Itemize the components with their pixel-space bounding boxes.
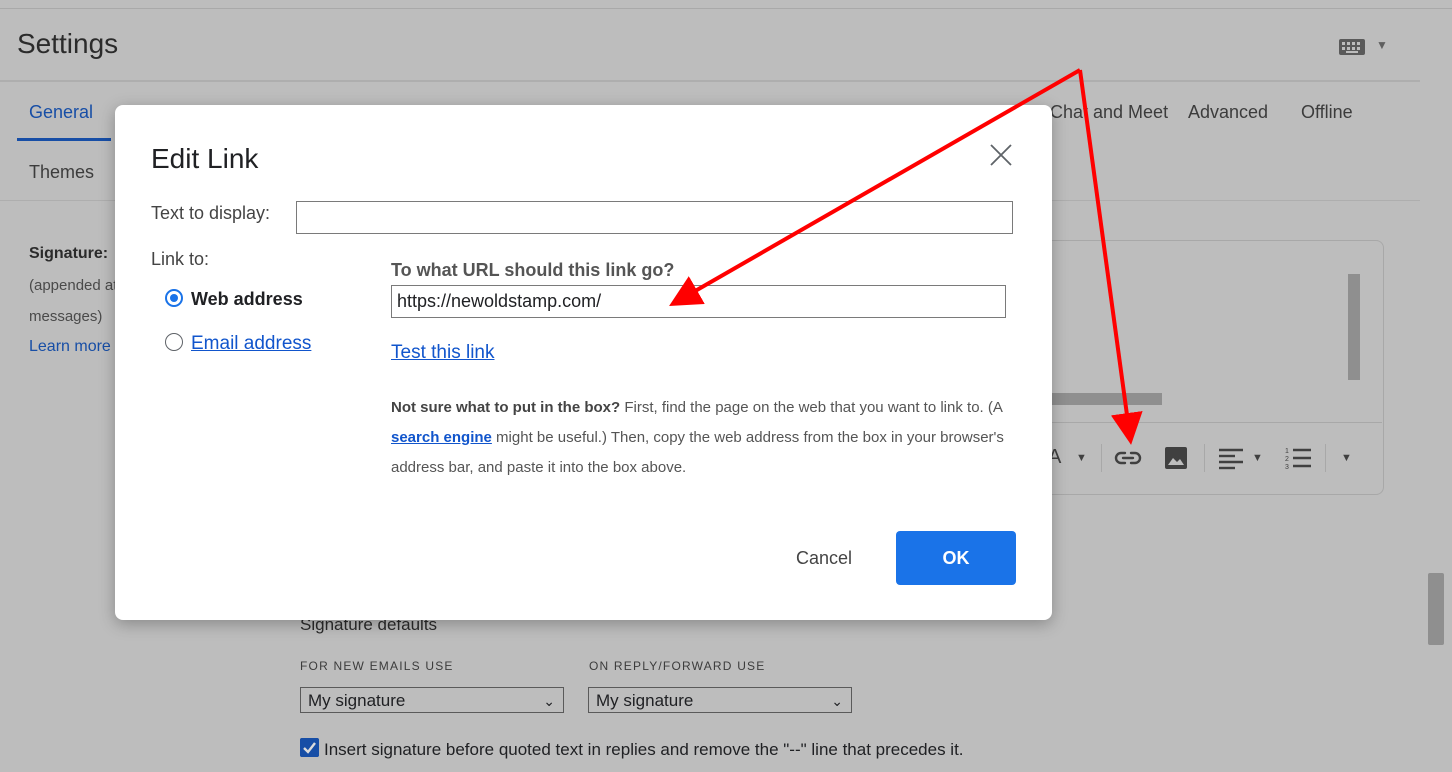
numbered-list-icon[interactable]: 123	[1285, 446, 1311, 470]
tab-chat-and-meet[interactable]: Chat and Meet	[1050, 102, 1168, 123]
editor-scrollbar[interactable]	[1348, 274, 1360, 380]
insert-signature-label: Insert signature before quoted text in r…	[324, 740, 964, 759]
help-text-part1: First, find the page on the web that you…	[620, 399, 1003, 416]
tab-offline[interactable]: Offline	[1301, 102, 1353, 123]
web-address-radio[interactable]	[165, 289, 183, 307]
top-divider	[0, 8, 1452, 9]
reply-forward-signature-select[interactable]: My signature ⌄	[588, 687, 852, 713]
new-emails-signature-value: My signature	[308, 691, 406, 710]
text-to-display-label: Text to display:	[151, 203, 271, 223]
new-emails-signature-select[interactable]: My signature ⌄	[300, 687, 564, 713]
url-question-label: To what URL should this link go?	[391, 260, 675, 280]
toolbar-separator	[1325, 444, 1326, 472]
web-address-option-label[interactable]: Web address	[191, 289, 303, 310]
tab-themes[interactable]: Themes	[29, 162, 94, 183]
ok-button[interactable]: OK	[896, 531, 1016, 585]
signature-label: Signature:	[29, 245, 109, 262]
edit-link-dialog: Edit Link Text to display: Link to: Web …	[115, 105, 1052, 620]
svg-text:3: 3	[1285, 464, 1289, 470]
active-tab-indicator	[17, 138, 111, 141]
image-icon[interactable]	[1164, 446, 1188, 470]
close-icon[interactable]	[989, 143, 1013, 167]
tab-advanced[interactable]: Advanced	[1188, 102, 1268, 123]
signature-editor[interactable]	[1040, 240, 1384, 495]
dialog-title: Edit Link	[151, 143, 259, 174]
help-bold-text: Not sure what to put in the box?	[391, 399, 621, 416]
header-divider	[0, 80, 1420, 82]
email-address-option-link[interactable]: Email address	[191, 333, 311, 355]
chevron-down-icon: ⌄	[831, 693, 843, 709]
align-icon[interactable]	[1218, 446, 1244, 470]
insert-signature-checkbox[interactable]	[300, 738, 319, 757]
cancel-button[interactable]: Cancel	[775, 533, 873, 583]
signature-note-line2: messages)	[29, 308, 103, 325]
learn-more-link[interactable]: Learn more	[29, 338, 111, 356]
svg-text:1: 1	[1285, 448, 1289, 455]
new-emails-caption: FOR NEW EMAILS USE	[300, 659, 454, 673]
toolbar-separator	[1101, 444, 1102, 472]
email-address-radio[interactable]	[165, 333, 183, 351]
input-tools-dropdown-icon[interactable]: ▼	[1376, 38, 1388, 52]
chevron-down-icon: ⌄	[543, 693, 555, 709]
link-icon[interactable]	[1114, 448, 1142, 468]
tab-general[interactable]: General	[29, 102, 93, 123]
test-this-link[interactable]: Test this link	[391, 342, 494, 364]
svg-text:2: 2	[1285, 456, 1289, 463]
reply-forward-signature-value: My signature	[596, 691, 694, 710]
editor-horizontal-scrollbar[interactable]	[1052, 393, 1162, 405]
more-options-icon[interactable]: ▼	[1341, 452, 1352, 464]
reply-forward-caption: ON REPLY/FORWARD USE	[589, 659, 766, 673]
text-color-dropdown-icon[interactable]: ▼	[1076, 452, 1087, 464]
page-title: Settings	[17, 28, 119, 59]
text-to-display-input[interactable]	[296, 201, 1013, 234]
editor-toolbar-divider	[1041, 422, 1382, 423]
toolbar-separator	[1204, 444, 1205, 472]
keyboard-icon[interactable]	[1338, 38, 1366, 56]
align-dropdown-icon[interactable]: ▼	[1252, 452, 1263, 464]
page-scrollbar[interactable]	[1428, 573, 1444, 645]
help-text: Not sure what to put in the box? First, …	[391, 393, 1011, 483]
url-input[interactable]	[391, 285, 1006, 318]
link-to-label: Link to:	[151, 249, 210, 269]
search-engine-link[interactable]: search engine	[391, 429, 492, 446]
